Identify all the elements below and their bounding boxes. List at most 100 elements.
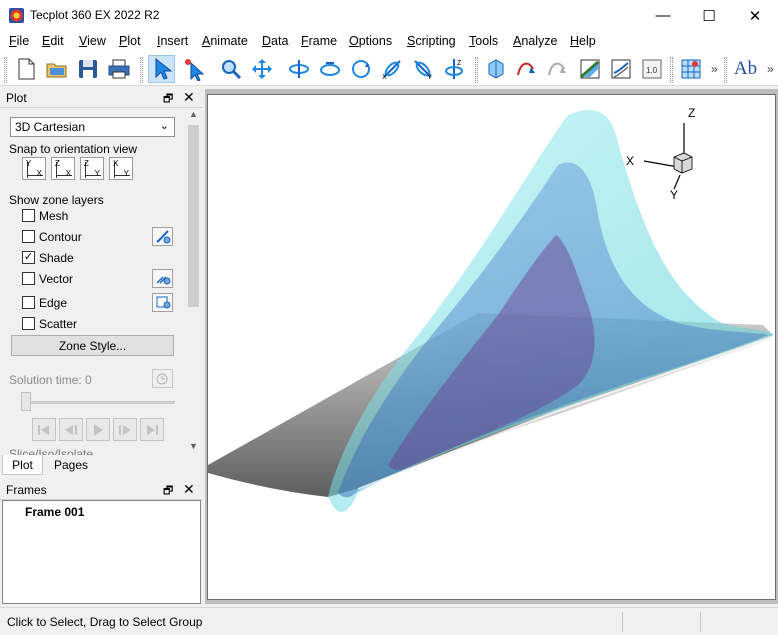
plot-panel-title: Plot <box>6 91 27 105</box>
solution-time-slider-track[interactable] <box>24 401 175 404</box>
edge-details-button[interactable] <box>152 293 173 312</box>
scroll-down-icon[interactable]: ▼ <box>189 441 198 451</box>
list-item[interactable]: Frame 001 <box>25 505 84 519</box>
vector-checkbox[interactable] <box>22 272 35 285</box>
slice-tool-button[interactable] <box>576 55 603 83</box>
plot-type-select[interactable]: 3D Cartesian ⌄ <box>10 117 175 137</box>
orient-view-zy-button[interactable]: ZY <box>80 157 104 180</box>
rotate-z-button[interactable]: Z <box>440 55 467 83</box>
status-bar: Click to Select, Drag to Select Group <box>0 607 778 635</box>
previous-step-button[interactable] <box>59 418 83 441</box>
orient-view-yx-button[interactable]: YX <box>22 157 46 180</box>
streamtrace-tool-button[interactable] <box>513 55 540 83</box>
float-panel-icon[interactable]: 🗗 <box>163 90 173 109</box>
mesh-checkbox[interactable] <box>22 209 35 222</box>
menu-analyze[interactable]: Analyze <box>513 34 557 48</box>
close-panel-icon[interactable]: ✕ <box>183 481 195 498</box>
minimize-button[interactable]: — <box>640 0 686 31</box>
svg-text:Z: Z <box>457 60 462 67</box>
translate-tool-button[interactable] <box>248 55 275 83</box>
save-button[interactable] <box>74 55 101 83</box>
plot-panel-scrollbar[interactable]: ▲ ▼ <box>186 108 201 455</box>
zone-edit-tool-button[interactable] <box>677 55 704 83</box>
menu-plot[interactable]: Plot <box>119 34 141 48</box>
open-layout-button[interactable] <box>43 55 70 83</box>
solution-time-settings-button[interactable] <box>152 369 173 388</box>
menu-frame[interactable]: Frame <box>301 34 337 48</box>
window-title: Tecplot 360 EX 2022 R2 <box>30 8 160 22</box>
rotate-spherical-button[interactable] <box>285 55 312 83</box>
svg-text:X: X <box>382 74 387 81</box>
maximize-button[interactable]: ☐ <box>686 0 732 31</box>
orient-view-xy-button[interactable]: XY <box>109 157 133 180</box>
tab-plot[interactable]: Plot <box>2 455 43 475</box>
tecplot-logo-icon <box>9 8 24 23</box>
contour-line-tool-button[interactable] <box>607 55 634 83</box>
edge-checkbox[interactable] <box>22 296 35 309</box>
scatter-checkbox[interactable] <box>22 317 35 330</box>
solution-time-slider-thumb[interactable] <box>21 392 31 411</box>
tab-pages[interactable]: Pages <box>43 455 99 475</box>
menu-edit[interactable]: Edit <box>42 34 64 48</box>
menu-view[interactable]: View <box>79 34 106 48</box>
text-tool-button[interactable]: Ab <box>732 55 759 83</box>
rotate-twist-button[interactable] <box>347 55 374 83</box>
scroll-up-icon[interactable]: ▲ <box>189 109 198 119</box>
zone-style-button[interactable]: Zone Style... <box>11 335 174 356</box>
adjustor-tool-button[interactable] <box>180 55 207 83</box>
close-button[interactable]: ✕ <box>732 0 778 31</box>
menu-animate[interactable]: Animate <box>202 34 248 48</box>
menu-data[interactable]: Data <box>262 34 288 48</box>
rotate-rollerball-icon <box>319 62 340 76</box>
contour-label: Contour <box>39 230 82 244</box>
rotate-z-axis-icon: Z <box>444 59 463 79</box>
plot-frame[interactable]: Z X Y <box>207 94 776 600</box>
play-icon <box>94 423 103 436</box>
text-tool-icon: Ab <box>733 58 758 79</box>
menu-tools[interactable]: Tools <box>469 34 498 48</box>
first-step-button[interactable] <box>32 418 56 441</box>
menu-file[interactable]: File <box>9 34 29 48</box>
contour-label-tool-button[interactable]: 1.0 <box>638 55 665 83</box>
toolbar-overflow-button[interactable]: » <box>711 62 718 76</box>
toolbar-grip[interactable] <box>475 57 478 83</box>
step-back-icon <box>65 424 77 435</box>
menu-options[interactable]: Options <box>349 34 392 48</box>
menu-help[interactable]: Help <box>570 34 596 48</box>
toolbar-grip[interactable] <box>724 57 727 83</box>
3d-plot-canvas[interactable]: Z X Y <box>208 95 776 600</box>
rotate-rollerball-button[interactable] <box>316 55 343 83</box>
toolbar-overflow-button-2[interactable]: » <box>767 62 774 76</box>
toolbar-grip[interactable] <box>4 57 7 83</box>
edge-settings-icon <box>156 296 170 309</box>
toolbar-grip[interactable] <box>670 57 673 83</box>
streamtrace-alt-button[interactable] <box>544 55 571 83</box>
play-button[interactable] <box>86 418 110 441</box>
rotate-x-button[interactable]: X <box>378 55 405 83</box>
adjustor-arrow-icon <box>184 59 204 81</box>
close-panel-icon[interactable]: ✕ <box>183 89 195 106</box>
frames-list: Frame 001 <box>2 500 201 604</box>
skip-first-icon <box>38 424 49 435</box>
zoom-tool-button[interactable] <box>217 55 244 83</box>
last-step-button[interactable] <box>140 418 164 441</box>
orient-view-zx-button[interactable]: ZX <box>51 157 75 180</box>
print-button[interactable] <box>105 55 132 83</box>
next-step-button[interactable] <box>113 418 137 441</box>
shade-checkbox[interactable]: ✓ <box>22 251 35 264</box>
selector-tool-button[interactable] <box>148 55 175 83</box>
vector-details-button[interactable] <box>152 269 173 288</box>
menu-scripting[interactable]: Scripting <box>407 34 456 48</box>
probe-tool-button[interactable] <box>482 55 509 83</box>
slice-plane-icon <box>579 59 599 79</box>
timer-settings-icon <box>156 373 168 385</box>
rotate-y-button[interactable]: Y <box>409 55 436 83</box>
scrollbar-thumb[interactable] <box>188 125 199 307</box>
contour-details-button[interactable] <box>152 227 173 246</box>
toolbar-grip[interactable] <box>140 57 143 83</box>
rotate-twist-icon <box>351 60 370 78</box>
float-panel-icon[interactable]: 🗗 <box>163 482 173 501</box>
menu-insert[interactable]: Insert <box>157 34 188 48</box>
contour-checkbox[interactable] <box>22 230 35 243</box>
new-layout-button[interactable] <box>12 55 39 83</box>
